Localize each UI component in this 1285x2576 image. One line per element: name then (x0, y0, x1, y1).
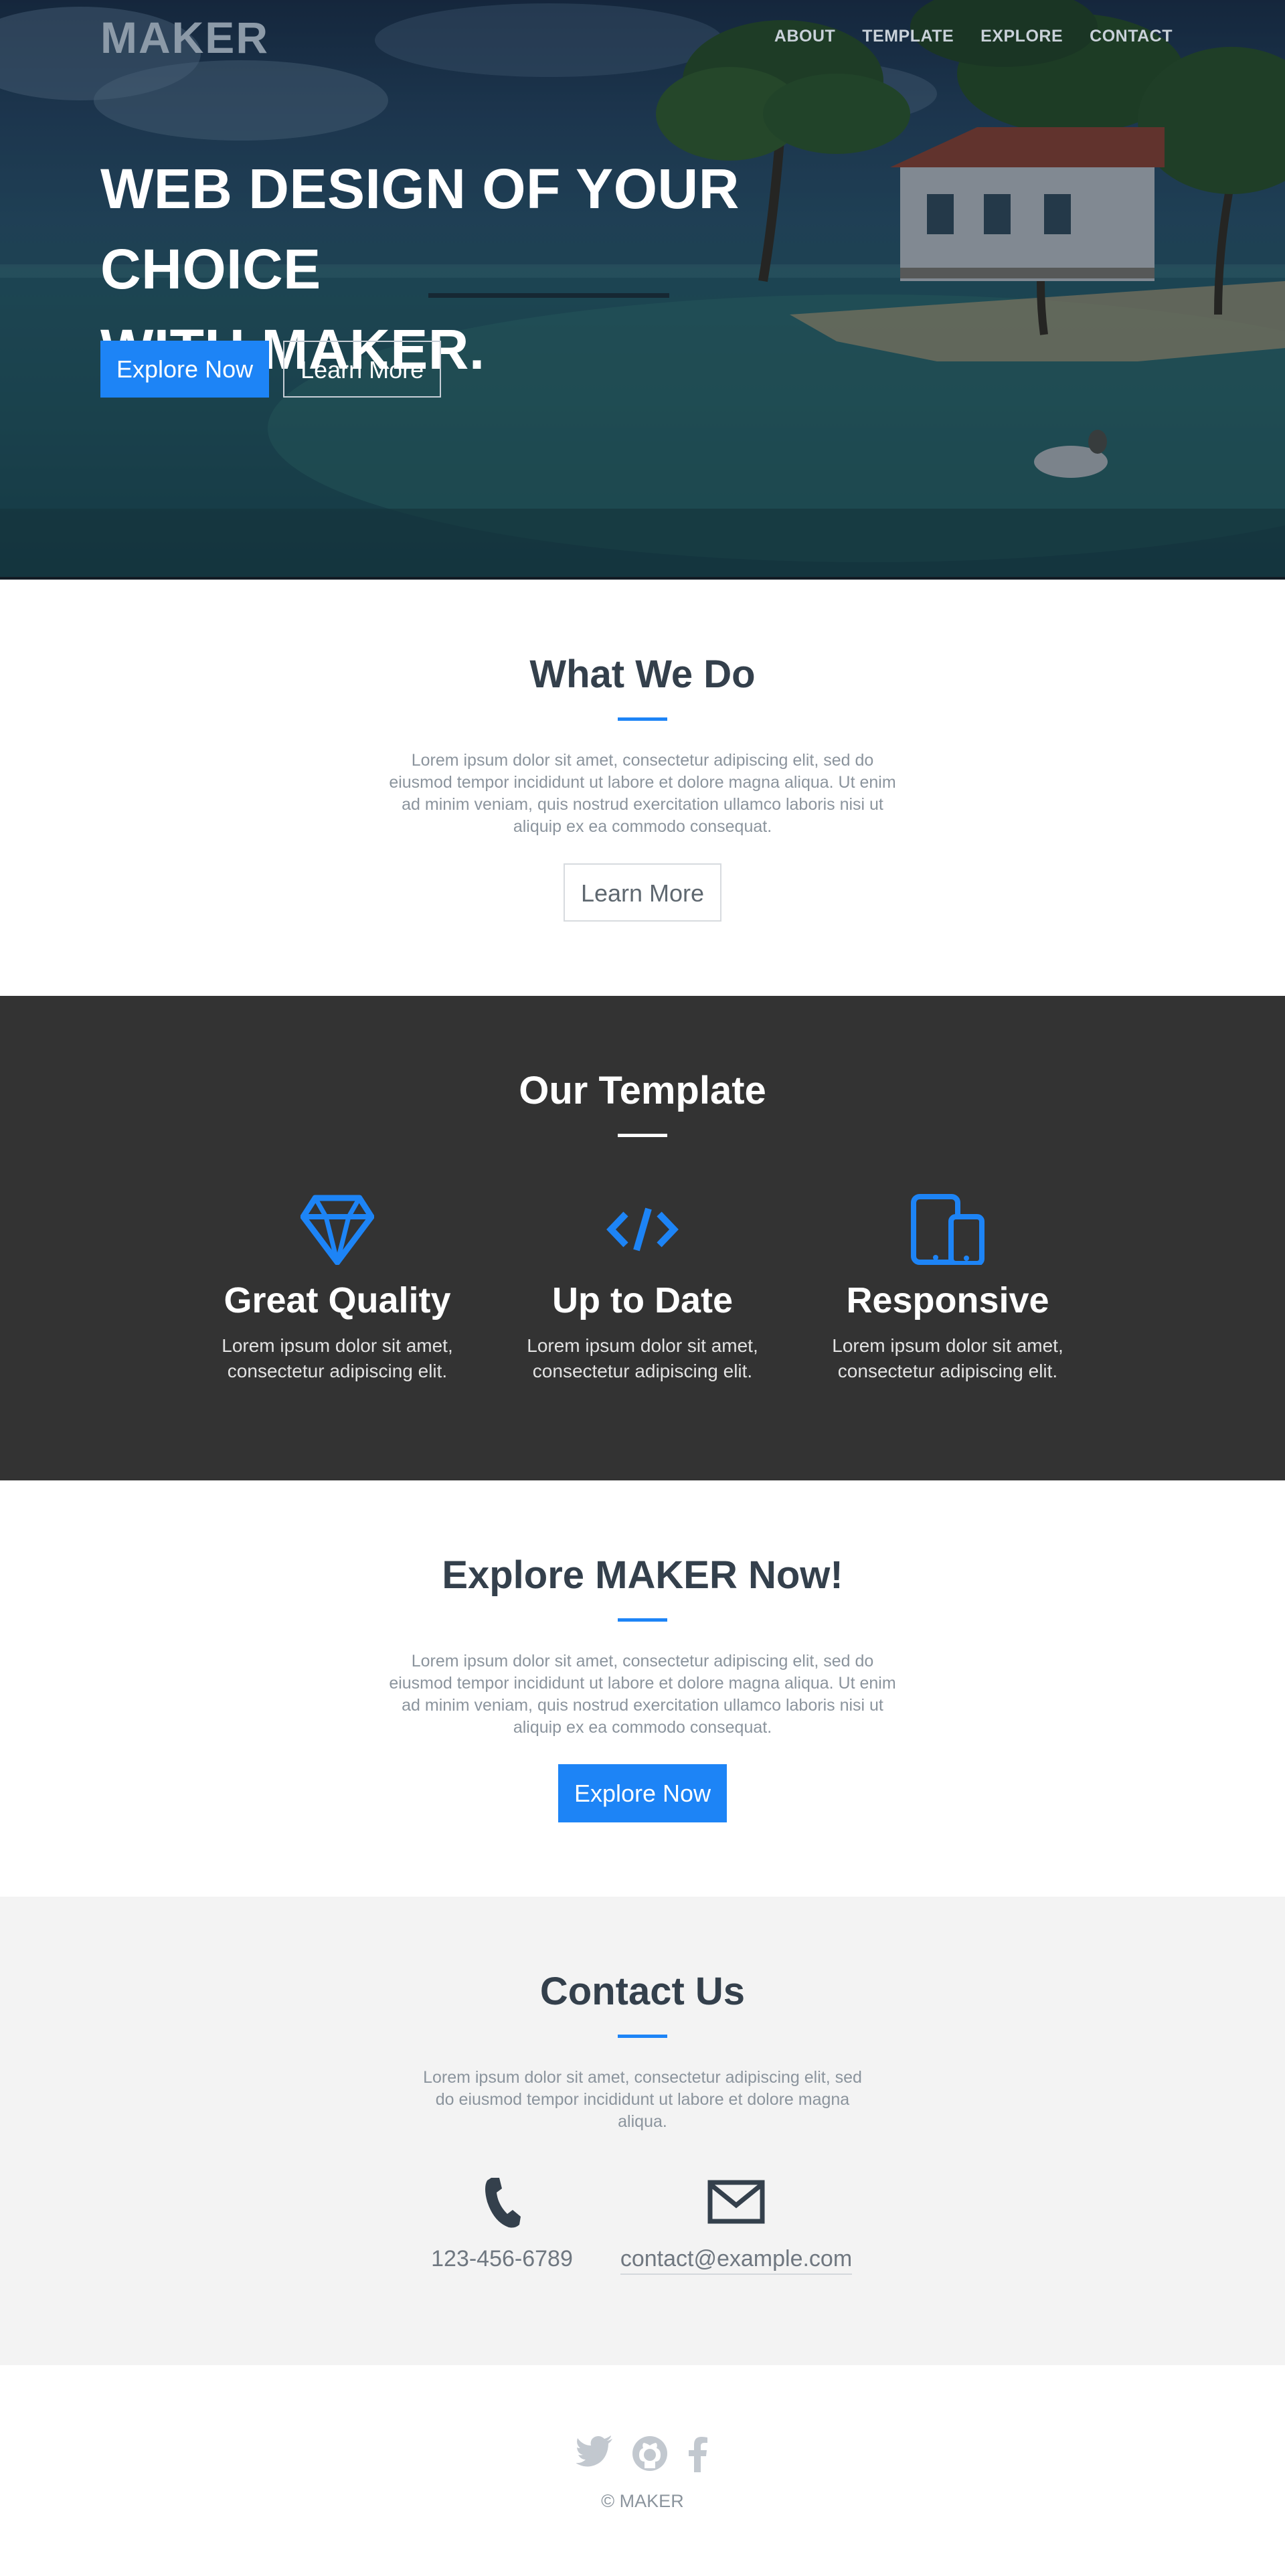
contact-section: Contact Us Lorem ipsum dolor sit amet, c… (0, 1897, 1285, 2365)
mail-icon (707, 2180, 765, 2224)
title-divider (618, 2035, 667, 2038)
contact-phone: 123-456-6789 (402, 2175, 602, 2272)
section-title: Explore MAKER Now! (442, 1553, 843, 1597)
text-wrap: Lorem ipsum dolor sit amet, consectetur … (0, 1650, 1285, 1739)
button-wrap: Explore Now (0, 1764, 1285, 1822)
title-divider (618, 1134, 667, 1137)
feature-title: Responsive (846, 1280, 1049, 1320)
footer: © MAKER (0, 2365, 1285, 2547)
features-row: Great Quality Lorem ipsum dolor sit amet… (0, 1194, 1285, 1408)
learn-more-button[interactable]: Learn More (563, 863, 722, 922)
section-title: Our Template (519, 1069, 766, 1112)
hero-section: MAKER ABOUT TEMPLATE EXPLORE CONTACT WEB… (0, 0, 1285, 580)
feature-title: Up to Date (552, 1280, 733, 1320)
button-wrap: Learn More (0, 863, 1285, 922)
divider-wrap (0, 1618, 1285, 1622)
feature-text-line-1: Lorem ipsum dolor sit amet, (222, 1335, 453, 1356)
nav-link-explore[interactable]: EXPLORE (980, 27, 1063, 46)
copyright: © MAKER (601, 2491, 684, 2511)
divider-wrap (0, 717, 1285, 721)
text-wrap: Lorem ipsum dolor sit amet, consectetur … (0, 2067, 1285, 2133)
hero-buttons: Explore Now Learn More (100, 341, 442, 398)
hero-title-line-1: WEB DESIGN OF YOUR CHOICE (100, 157, 740, 300)
learn-more-button[interactable]: Learn More (283, 341, 442, 398)
social-links (0, 2435, 1285, 2472)
what-we-do-section: What We Do Lorem ipsum dolor sit amet, c… (0, 580, 1285, 996)
logo[interactable]: MAKER (100, 12, 269, 63)
feature-text: Lorem ipsum dolor sit amet, consectetur … (522, 1333, 763, 1384)
section-text: Lorem ipsum dolor sit amet, consectetur … (389, 751, 896, 836)
code-icon (606, 1207, 679, 1252)
text-wrap: Lorem ipsum dolor sit amet, consectetur … (0, 750, 1285, 838)
github-icon[interactable] (631, 2435, 669, 2472)
nav-links: ABOUT TEMPLATE EXPLORE CONTACT (774, 27, 1173, 46)
phone-icon (485, 2178, 521, 2228)
contact-email: contact@example.com (602, 2175, 870, 2275)
feature-text-line-1: Lorem ipsum dolor sit amet, (527, 1335, 758, 1356)
top-navbar: MAKER ABOUT TEMPLATE EXPLORE CONTACT (0, 0, 1285, 78)
divider-wrap (0, 1134, 1285, 1137)
feature-text-line-2: consectetur adipiscing elit. (837, 1361, 1058, 1381)
feature-title: Great Quality (224, 1280, 451, 1320)
facebook-icon[interactable] (686, 2435, 709, 2472)
phone-number[interactable]: 123-456-6789 (431, 2246, 573, 2272)
nav-link-template[interactable]: TEMPLATE (862, 27, 954, 46)
nav-link-contact[interactable]: CONTACT (1090, 27, 1173, 46)
our-template-section: Our Template Great Quality Lorem ipsum d… (0, 996, 1285, 1480)
title-divider (618, 1618, 667, 1622)
feature-card-quality: Great Quality Lorem ipsum dolor sit amet… (217, 1194, 458, 1384)
section-text: Lorem ipsum dolor sit amet, consectetur … (423, 2068, 862, 2131)
feature-text-line-1: Lorem ipsum dolor sit amet, (832, 1335, 1063, 1356)
feature-text-line-2: consectetur adipiscing elit. (532, 1361, 753, 1381)
section-title: What We Do (529, 653, 756, 696)
section-title: Contact Us (539, 1970, 746, 2013)
title-divider (618, 717, 667, 721)
feature-text-line-2: consectetur adipiscing elit. (227, 1361, 448, 1381)
explore-now-button[interactable]: Explore Now (558, 1764, 727, 1822)
devices-icon (911, 1194, 984, 1265)
nav-link-about[interactable]: ABOUT (774, 27, 835, 46)
feature-card-responsive: Responsive Lorem ipsum dolor sit amet, c… (827, 1194, 1068, 1384)
diamond-icon (301, 1195, 374, 1265)
feature-card-up-to-date: Up to Date Lorem ipsum dolor sit amet, c… (522, 1194, 763, 1384)
twitter-icon[interactable] (576, 2435, 614, 2467)
explore-section: Explore MAKER Now! Lorem ipsum dolor sit… (0, 1480, 1285, 1897)
divider-wrap (0, 2035, 1285, 2038)
email-link[interactable]: contact@example.com (620, 2246, 853, 2275)
explore-now-button[interactable]: Explore Now (100, 341, 270, 398)
section-text: Lorem ipsum dolor sit amet, consectetur … (389, 1652, 896, 1737)
feature-text: Lorem ipsum dolor sit amet, consectetur … (827, 1333, 1068, 1384)
feature-text: Lorem ipsum dolor sit amet, consectetur … (217, 1333, 458, 1384)
